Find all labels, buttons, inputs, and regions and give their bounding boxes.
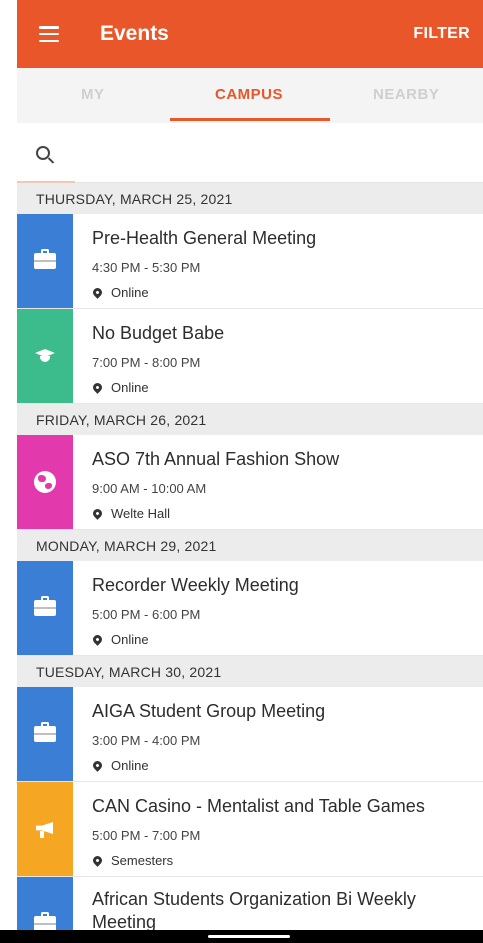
page-title: Events — [100, 22, 169, 45]
filter-button[interactable]: FILTER — [413, 25, 470, 43]
event-category-tile — [17, 877, 73, 930]
location-pin-icon — [91, 633, 104, 646]
event-category-tile — [17, 687, 73, 781]
event-location: Online — [91, 380, 149, 395]
event-name: No Budget Babe — [92, 323, 225, 343]
event-category-tile — [17, 214, 73, 308]
tab-my[interactable]: MY — [81, 86, 105, 103]
hamburger-menu-icon[interactable] — [39, 26, 59, 42]
event-location: Online — [91, 285, 149, 300]
event-list[interactable]: THURSDAY, MARCH 25, 2021 Pre-Health Gener… — [17, 183, 483, 930]
event-category-tile — [17, 782, 73, 876]
app-bar: Events FILTER — [17, 0, 483, 68]
date-header: FRIDAY, MARCH 26, 2021 — [17, 404, 483, 435]
event-list-item[interactable]: No Budget Babe 7:00 PM - 8:00 PM Online — [17, 309, 483, 404]
event-location-text: Welte Hall — [111, 506, 171, 521]
event-location-text: Online — [111, 285, 149, 300]
location-pin-icon — [91, 507, 104, 520]
tab-bar: MY CAMPUS NEARBY — [17, 68, 483, 123]
event-list-item[interactable]: AIGA Student Group Meeting 3:00 PM - 4:00… — [17, 687, 483, 782]
briefcase-icon — [34, 912, 56, 930]
tab-campus[interactable]: CAMPUS — [215, 86, 283, 103]
event-time: 7:00 PM - 8:00 PM — [92, 355, 201, 370]
search-icon — [36, 146, 50, 160]
event-location: Welte Hall — [91, 506, 171, 521]
event-location-text: Online — [111, 758, 149, 773]
event-location-text: Online — [111, 380, 149, 395]
system-nav-bar — [0, 930, 483, 943]
search-input[interactable] — [65, 138, 465, 168]
location-pin-icon — [91, 381, 104, 394]
briefcase-icon — [34, 596, 56, 616]
event-name: CAN Casino - Mentalist and Table Games — [92, 796, 425, 816]
briefcase-icon — [34, 722, 56, 742]
event-location-text: Semesters — [111, 853, 174, 868]
location-pin-icon — [91, 759, 104, 772]
location-pin-icon — [91, 286, 104, 299]
event-location: Semesters — [91, 853, 174, 868]
event-list-item[interactable]: CAN Casino - Mentalist and Table Games 5:… — [17, 782, 483, 877]
event-category-tile — [17, 309, 73, 403]
location-pin-icon — [91, 854, 104, 867]
event-name: African Students Organization Bi Weekly … — [92, 889, 416, 930]
active-tab-indicator — [170, 118, 330, 121]
event-location: Online — [91, 632, 149, 647]
event-time: 4:30 PM - 5:30 PM — [92, 260, 201, 275]
event-name: Recorder Weekly Meeting — [92, 575, 299, 595]
event-name: ASO 7th Annual Fashion Show — [92, 449, 340, 469]
event-category-tile — [17, 435, 73, 529]
event-location: Online — [91, 758, 149, 773]
globe-icon — [34, 471, 56, 493]
event-list-item[interactable]: Recorder Weekly Meeting 5:00 PM - 6:00 PM… — [17, 561, 483, 656]
home-gesture-handle[interactable] — [208, 935, 290, 938]
event-time: 5:00 PM - 6:00 PM — [92, 607, 201, 622]
event-time: 3:00 PM - 4:00 PM — [92, 733, 201, 748]
graduation-cap-icon — [34, 348, 56, 364]
date-header: TUESDAY, MARCH 30, 2021 — [17, 656, 483, 687]
date-header: THURSDAY, MARCH 25, 2021 — [17, 183, 483, 214]
search-bar — [17, 123, 483, 183]
event-category-tile — [17, 561, 73, 655]
event-time: 5:00 PM - 7:00 PM — [92, 828, 201, 843]
event-name: AIGA Student Group Meeting — [92, 701, 326, 721]
event-name: Pre-Health General Meeting — [92, 228, 317, 248]
briefcase-icon — [34, 249, 56, 269]
date-header: MONDAY, MARCH 29, 2021 — [17, 530, 483, 561]
event-time: 9:00 AM - 10:00 AM — [92, 481, 207, 496]
megaphone-icon — [34, 820, 56, 838]
event-location-text: Online — [111, 632, 149, 647]
event-list-item[interactable]: African Students Organization Bi Weekly … — [17, 877, 483, 930]
event-list-item[interactable]: ASO 7th Annual Fashion Show 9:00 AM - 10:… — [17, 435, 483, 530]
event-list-item[interactable]: Pre-Health General Meeting 4:30 PM - 5:30… — [17, 214, 483, 309]
tab-nearby[interactable]: NEARBY — [373, 86, 439, 103]
